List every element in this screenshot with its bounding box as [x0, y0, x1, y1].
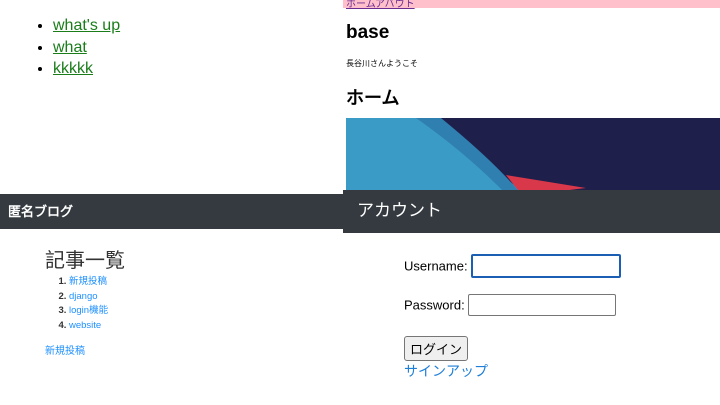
password-row: Password: [404, 294, 617, 316]
list-item: django [69, 290, 108, 305]
username-row: Username: [404, 254, 622, 278]
hero-image [346, 118, 720, 194]
account-title: アカウント [357, 201, 442, 220]
top-right-panel: ホーム アバウト base 長谷川さんようこそ ホーム [343, 0, 720, 194]
list-item: kkkkk [53, 58, 120, 80]
post-list: 新規投稿 django login機能 website [45, 275, 108, 333]
link-list: what's up what kkkkk [37, 15, 120, 80]
blog-brand[interactable]: 匿名ブログ [8, 204, 73, 219]
blog-panel: 匿名ブログ 記事一覧 新規投稿 django login機能 website 新… [0, 194, 343, 405]
home-heading: ホーム [346, 88, 400, 108]
list-item: login機能 [69, 304, 108, 319]
list-item: 新規投稿 [69, 275, 108, 290]
top-left-panel: what's up what kkkkk [0, 0, 343, 194]
nav-home-link[interactable]: ホーム [346, 0, 376, 10]
link-whats-up[interactable]: what's up [53, 17, 120, 34]
link-what[interactable]: what [53, 39, 87, 56]
signup-link[interactable]: サインアップ [404, 361, 488, 381]
password-input[interactable] [468, 294, 617, 316]
account-navbar: アカウント [343, 190, 720, 233]
password-label: Password: [404, 297, 465, 313]
username-label: Username: [404, 258, 468, 274]
nav-about-link[interactable]: アバウト [375, 0, 415, 10]
list-item: website [69, 319, 108, 334]
post-link-2[interactable]: django [69, 291, 98, 302]
blog-navbar: 匿名ブログ [0, 194, 343, 229]
blog-list-title: 記事一覧 [45, 250, 125, 272]
post-link-3[interactable]: login機能 [69, 305, 108, 316]
list-item: what's up [53, 15, 120, 37]
login-button[interactable]: ログイン [404, 336, 469, 361]
login-panel: アカウント Username: Password: ログイン サインアップ [343, 190, 720, 405]
list-item: what [53, 37, 120, 59]
post-link-1[interactable]: 新規投稿 [69, 276, 107, 287]
new-post-link[interactable]: 新規投稿 [45, 342, 85, 357]
post-link-4[interactable]: website [69, 320, 101, 331]
link-kkkkk[interactable]: kkkkk [53, 60, 93, 77]
pink-nav-bar: ホーム アバウト [343, 0, 720, 10]
page-title: base [346, 22, 390, 43]
username-input[interactable] [471, 254, 622, 278]
welcome-text: 長谷川さんようこそ [346, 59, 418, 68]
